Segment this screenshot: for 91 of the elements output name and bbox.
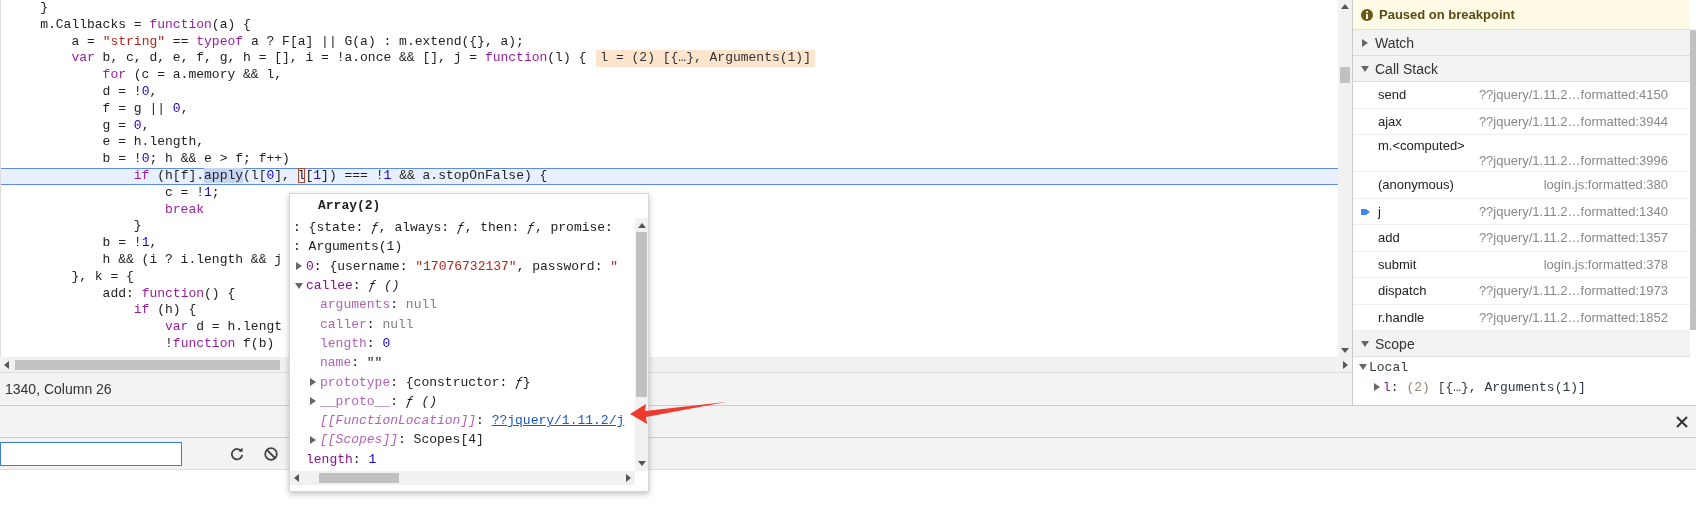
- filter-input[interactable]: [0, 441, 182, 466]
- popover-title: Array(2): [317, 197, 382, 215]
- scroll-up-icon[interactable]: [637, 223, 646, 228]
- expand-triangle-icon[interactable]: [309, 397, 317, 406]
- frame-name[interactable]: r.handle: [1378, 309, 1425, 325]
- frame-location[interactable]: ??jquery/1.11.2…formatted:1357: [1478, 230, 1668, 246]
- frame-location[interactable]: ??jquery/1.11.2…formatted:1340: [1478, 203, 1668, 219]
- frame-name[interactable]: (anonymous): [1378, 177, 1454, 193]
- frame-location[interactable]: ??jquery/1.11.2…formatted:1852: [1478, 309, 1668, 325]
- inline-value: l = (2) [{…}, Arguments(1)]: [596, 50, 815, 68]
- code-line: f = g || 0,: [102, 100, 189, 118]
- scrollbar-thumb[interactable]: [1340, 67, 1350, 83]
- property-text: prototype: {constructor: ƒ}: [320, 374, 531, 390]
- code-line: var b, c, d, e, f, g, h = [], i = !a.once && [], j = function(l) {: [71, 50, 587, 68]
- property-text: name: "": [320, 355, 383, 371]
- code-line: a = "string" == typeof a ? F[a] || G(a) : m.extend({}, a);: [71, 33, 524, 51]
- property-text: : Arguments(1): [293, 239, 403, 255]
- frame-location[interactable]: login.js:formatted:380: [1478, 177, 1668, 193]
- frame-name[interactable]: send: [1378, 87, 1407, 103]
- scope-variable: l: (2) [{…}, Arguments(1)]: [1383, 379, 1586, 395]
- frame-name[interactable]: ajax: [1378, 113, 1402, 129]
- code-line: b = !0; h && e > f; f++): [102, 151, 290, 168]
- property-text: arguments: null: [320, 297, 438, 313]
- code-line: d = !0,: [102, 84, 158, 101]
- section-header[interactable]: Call Stack: [1353, 56, 1690, 82]
- block-icon[interactable]: [264, 446, 278, 461]
- scroll-up-icon[interactable]: [1341, 4, 1349, 9]
- frame-location[interactable]: ??jquery/1.11.2…formatted:3944: [1478, 113, 1668, 129]
- code-line: e = h.length,: [102, 134, 205, 152]
- code-line: for (c = a.memory && l,: [102, 67, 283, 84]
- scrollbar[interactable]: [290, 471, 635, 485]
- code-line: m.Callbacks = function(a) {: [40, 16, 251, 34]
- frame-name[interactable]: m.<computed>: [1378, 138, 1465, 153]
- scroll-right-icon[interactable]: [626, 474, 631, 482]
- scrollbar-thumb[interactable]: [15, 359, 280, 370]
- scroll-down-icon[interactable]: [1341, 348, 1349, 353]
- section-header[interactable]: Scope: [1353, 331, 1690, 357]
- scroll-left-icon[interactable]: [4, 360, 9, 369]
- expand-triangle-icon: [1361, 339, 1369, 348]
- code-line: g = 0,: [102, 117, 150, 135]
- scrollbar[interactable]: [635, 218, 648, 471]
- scroll-right-icon[interactable]: [1343, 360, 1348, 369]
- code-line: }: [133, 218, 142, 236]
- frame-name[interactable]: submit: [1378, 256, 1417, 272]
- scroll-left-icon[interactable]: [294, 474, 299, 482]
- refresh-icon[interactable]: [230, 446, 244, 461]
- property-text: : {state: ƒ, always: ƒ, then: ƒ, promise:: [293, 220, 613, 236]
- code-line: }, k = {: [71, 268, 134, 286]
- property-text: [[Scopes]]: Scopes[4]: [320, 432, 484, 448]
- property-text: caller: null: [320, 316, 414, 332]
- expand-triangle-icon: [1361, 64, 1369, 73]
- frame-location[interactable]: ??jquery/1.11.2…formatted:1973: [1478, 283, 1668, 299]
- code-line: h && (i ? i.length && j: [102, 251, 283, 269]
- code-line: break: [165, 201, 205, 219]
- property-text: length: 1: [306, 451, 377, 467]
- property-text: length: 0: [320, 335, 391, 351]
- property-text: [[FunctionLocation]]: ??jquery/1.11.2/j: [320, 413, 625, 429]
- scrollbar-thumb[interactable]: [319, 473, 399, 483]
- scroll-down-icon[interactable]: [637, 461, 646, 466]
- close-icon[interactable]: [1676, 415, 1688, 428]
- code-line: if (h) {: [133, 302, 197, 320]
- property-text: callee: ƒ (): [306, 278, 400, 294]
- expand-triangle-icon: [1361, 38, 1369, 47]
- cursor-position: 1340, Column 26: [5, 381, 112, 397]
- code-line: add: function() {: [102, 285, 236, 303]
- code-line: c = !1;: [165, 184, 220, 202]
- frame-name[interactable]: add: [1378, 230, 1400, 246]
- scrollbar[interactable]: [1690, 30, 1696, 330]
- frame-name[interactable]: dispatch: [1378, 283, 1427, 299]
- frame-location[interactable]: login.js:formatted:378: [1478, 256, 1668, 272]
- code-line: }: [40, 0, 48, 17]
- scope-group-title: Local: [1369, 359, 1408, 375]
- frame-location[interactable]: ??jquery/1.11.2…formatted:3996: [1478, 153, 1668, 168]
- expand-triangle-icon[interactable]: [1359, 363, 1367, 371]
- section-header[interactable]: Watch: [1353, 30, 1690, 56]
- expand-triangle-icon[interactable]: [1373, 383, 1381, 391]
- scrollbar-thumb[interactable]: [636, 232, 647, 397]
- frame-name[interactable]: j: [1378, 203, 1381, 219]
- property-text: 0: {username: "17076732137", password: ": [306, 258, 619, 274]
- frame-location[interactable]: ??jquery/1.11.2…formatted:4150: [1478, 87, 1668, 103]
- expand-triangle-icon[interactable]: [295, 281, 303, 290]
- property-text: __proto__: ƒ (): [320, 393, 438, 409]
- code-line: !function f(b): [165, 335, 275, 353]
- scrollbar[interactable]: [1338, 0, 1352, 357]
- expand-triangle-icon[interactable]: [295, 262, 303, 271]
- expand-triangle-icon[interactable]: [309, 435, 317, 444]
- expand-triangle-icon[interactable]: [309, 378, 317, 386]
- code-line: var d = h.lengt: [165, 319, 283, 336]
- code-line: b = !1,: [102, 235, 158, 252]
- info-icon: [1361, 8, 1373, 21]
- paused-message: Paused on breakpoint: [1379, 7, 1515, 22]
